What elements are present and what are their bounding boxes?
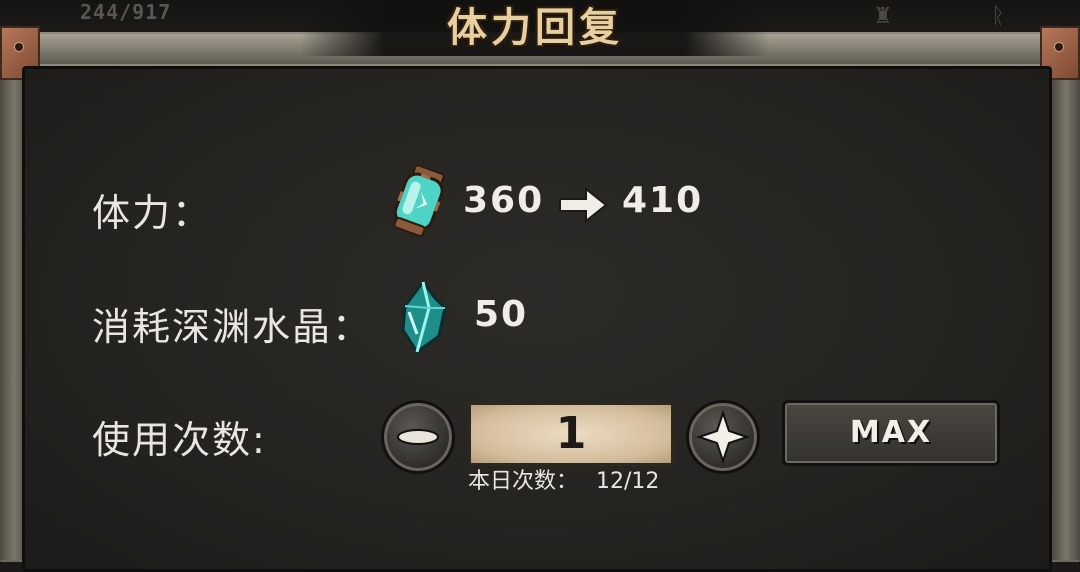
max-button[interactable]: MAX (782, 400, 1000, 466)
hud-rune-icon: ᚱ (991, 4, 1005, 29)
stamina-label: 体力： (92, 191, 213, 235)
abyss-crystal-icon (401, 279, 447, 355)
dialog-title: 体力回复 (447, 5, 623, 51)
use-count-field[interactable]: 1 (468, 402, 674, 466)
arrow-right-icon (559, 187, 608, 223)
decrease-button[interactable] (381, 400, 455, 474)
hud-counter: 244/917 (80, 0, 172, 24)
frame-right-post (1052, 60, 1080, 560)
stamina-potion-icon (393, 164, 445, 237)
minus-icon (397, 429, 439, 445)
daily-uses: 本日次数： 12/12 (468, 463, 659, 495)
increase-button[interactable] (686, 400, 760, 474)
plus-icon (695, 409, 751, 465)
daily-uses-value: 12/12 (596, 469, 660, 494)
stamina-after: 410 (622, 180, 704, 221)
stamina-current: 360 (463, 180, 545, 221)
rivet (1054, 42, 1064, 52)
uses-label: 使用次数: (92, 418, 267, 462)
cost-label: 消耗深渊水晶： (92, 305, 373, 349)
hud-bell-icon: ♜ (873, 4, 893, 29)
rivet (14, 42, 24, 52)
daily-uses-label: 本日次数： (468, 469, 579, 494)
cost-value: 50 (474, 294, 529, 335)
